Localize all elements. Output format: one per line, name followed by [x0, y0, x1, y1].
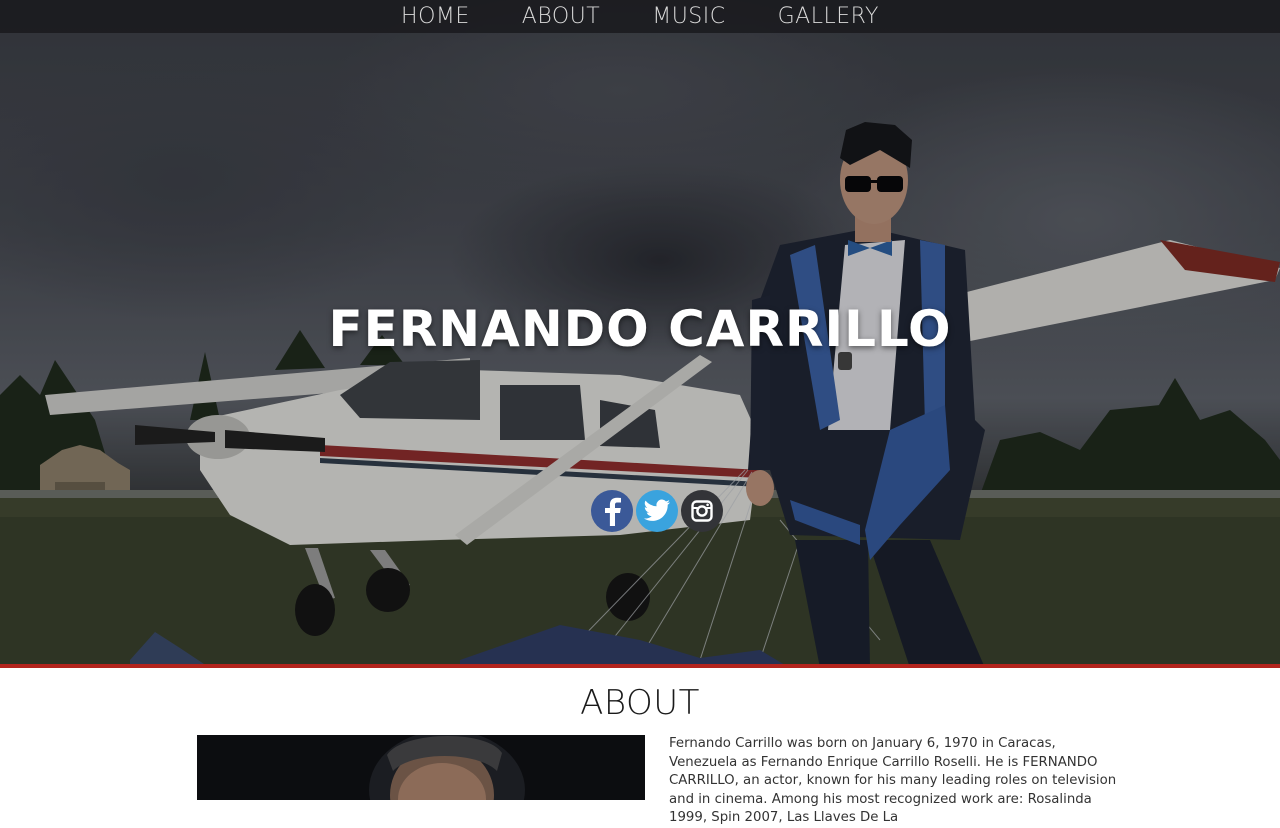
facebook-link[interactable] — [591, 490, 633, 532]
nav-gallery[interactable]: GALLERY — [752, 0, 905, 33]
hero-banner: FERNANDO CARRILLO — [0, 0, 1280, 668]
about-bio: Fernando Carrillo was born on January 6,… — [669, 736, 1117, 826]
twitter-link[interactable] — [636, 490, 678, 532]
nav-music[interactable]: MUSIC — [626, 0, 751, 33]
twitter-icon — [644, 499, 670, 521]
nav-home[interactable]: HOME — [375, 0, 496, 33]
facebook-icon — [605, 497, 621, 526]
about-heading: ABOUT — [580, 683, 700, 723]
hero-title: FERNANDO CARRILLO — [328, 300, 952, 358]
instagram-link[interactable] — [681, 490, 723, 532]
social-links — [591, 490, 723, 532]
main-navigation: HOME ABOUT MUSIC GALLERY — [0, 0, 1280, 33]
nav-about[interactable]: ABOUT — [496, 0, 626, 33]
about-photo — [197, 735, 645, 800]
instagram-icon — [691, 500, 713, 522]
portrait-image — [197, 735, 645, 800]
